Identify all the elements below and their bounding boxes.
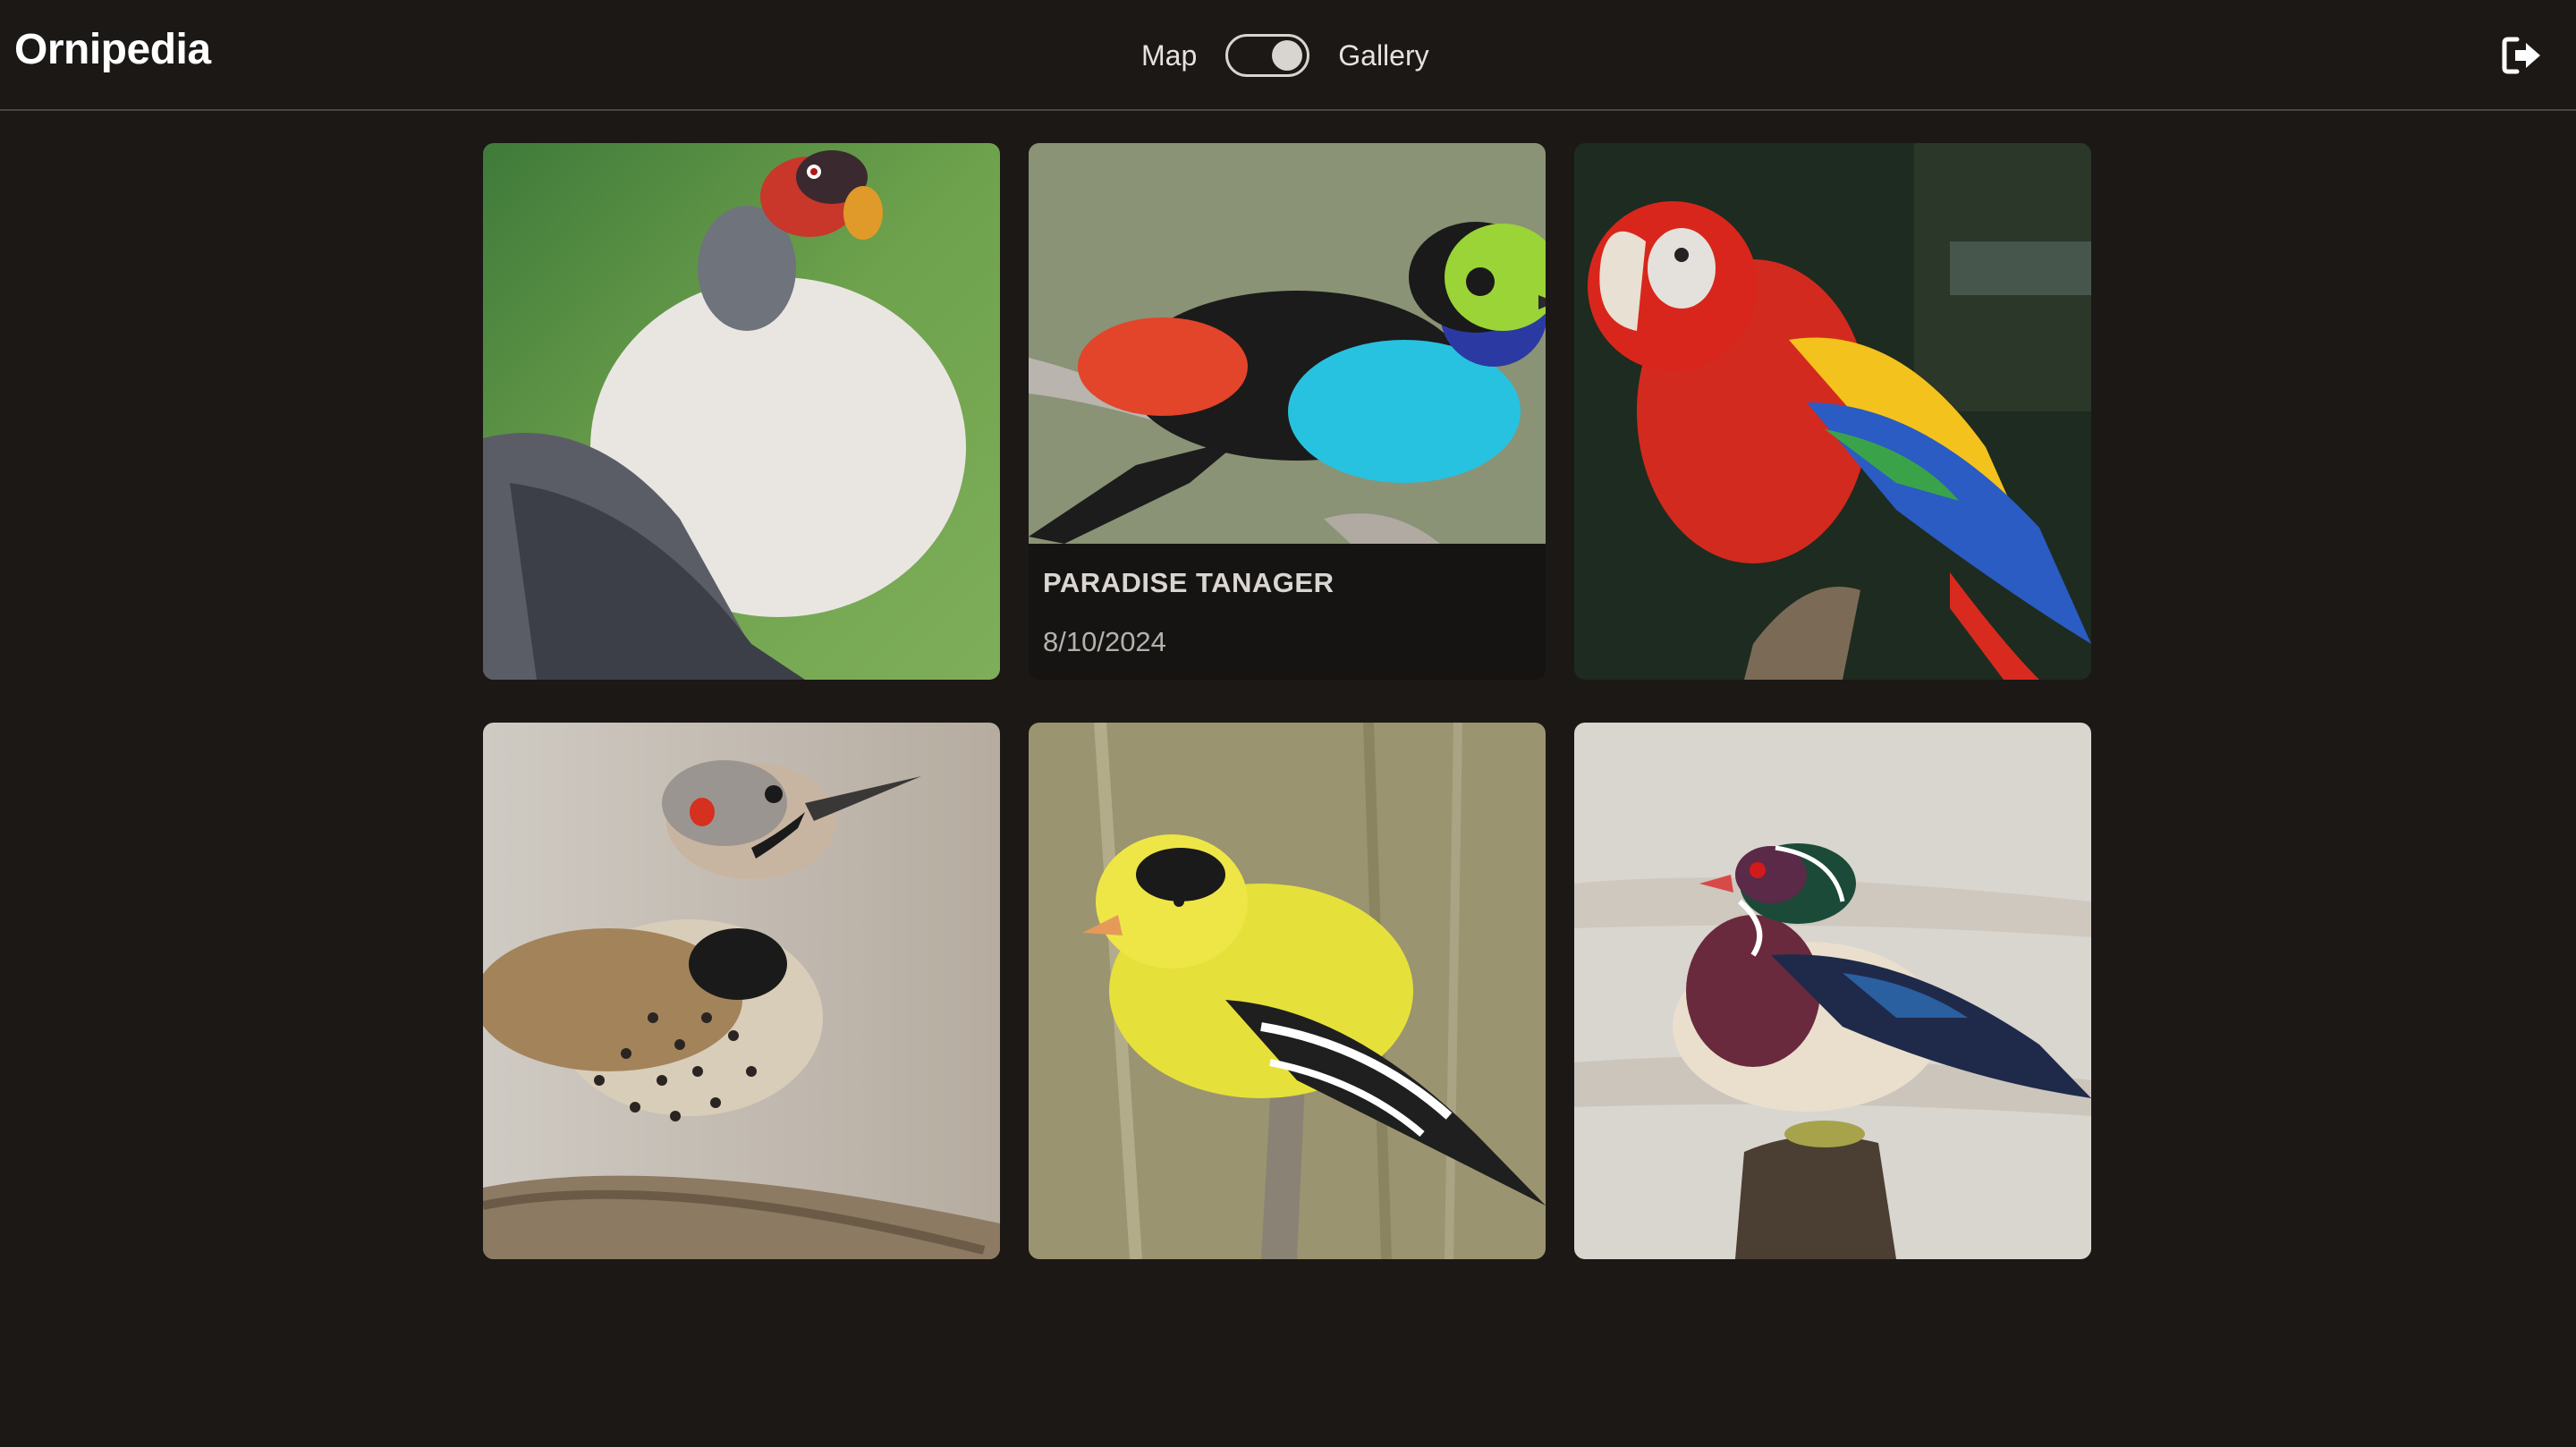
- view-switch[interactable]: [1225, 34, 1310, 77]
- american-goldfinch-photo: [1029, 723, 1546, 1259]
- gallery-card[interactable]: [1574, 723, 2091, 1259]
- gallery-card[interactable]: PARADISE TANAGER 8/10/2024: [1029, 143, 1546, 680]
- gallery-card[interactable]: [1029, 723, 1546, 1259]
- view-toggle: Map Gallery: [1141, 32, 1429, 79]
- logout-button[interactable]: [2501, 36, 2544, 75]
- app-title[interactable]: Ornipedia: [14, 25, 211, 74]
- gallery-card[interactable]: [483, 723, 1000, 1259]
- top-bar: Ornipedia Map Gallery: [0, 0, 2576, 111]
- map-label[interactable]: Map: [1141, 39, 1197, 72]
- king-vulture-photo: [483, 143, 1000, 680]
- switch-knob: [1272, 40, 1303, 71]
- bird-name: PARADISE TANAGER: [1043, 567, 1335, 598]
- northern-flicker-photo: [483, 723, 1000, 1259]
- paradise-tanager-photo: [1029, 143, 1546, 544]
- wood-duck-photo: [1574, 723, 2091, 1259]
- gallery-card[interactable]: [483, 143, 1000, 680]
- card-caption: PARADISE TANAGER 8/10/2024: [1029, 544, 1546, 680]
- gallery-label[interactable]: Gallery: [1338, 39, 1428, 72]
- sighting-date: 8/10/2024: [1043, 626, 1166, 657]
- gallery-card[interactable]: [1574, 143, 2091, 680]
- sign-out-icon: [2502, 37, 2540, 74]
- scarlet-macaw-photo: [1574, 143, 2091, 680]
